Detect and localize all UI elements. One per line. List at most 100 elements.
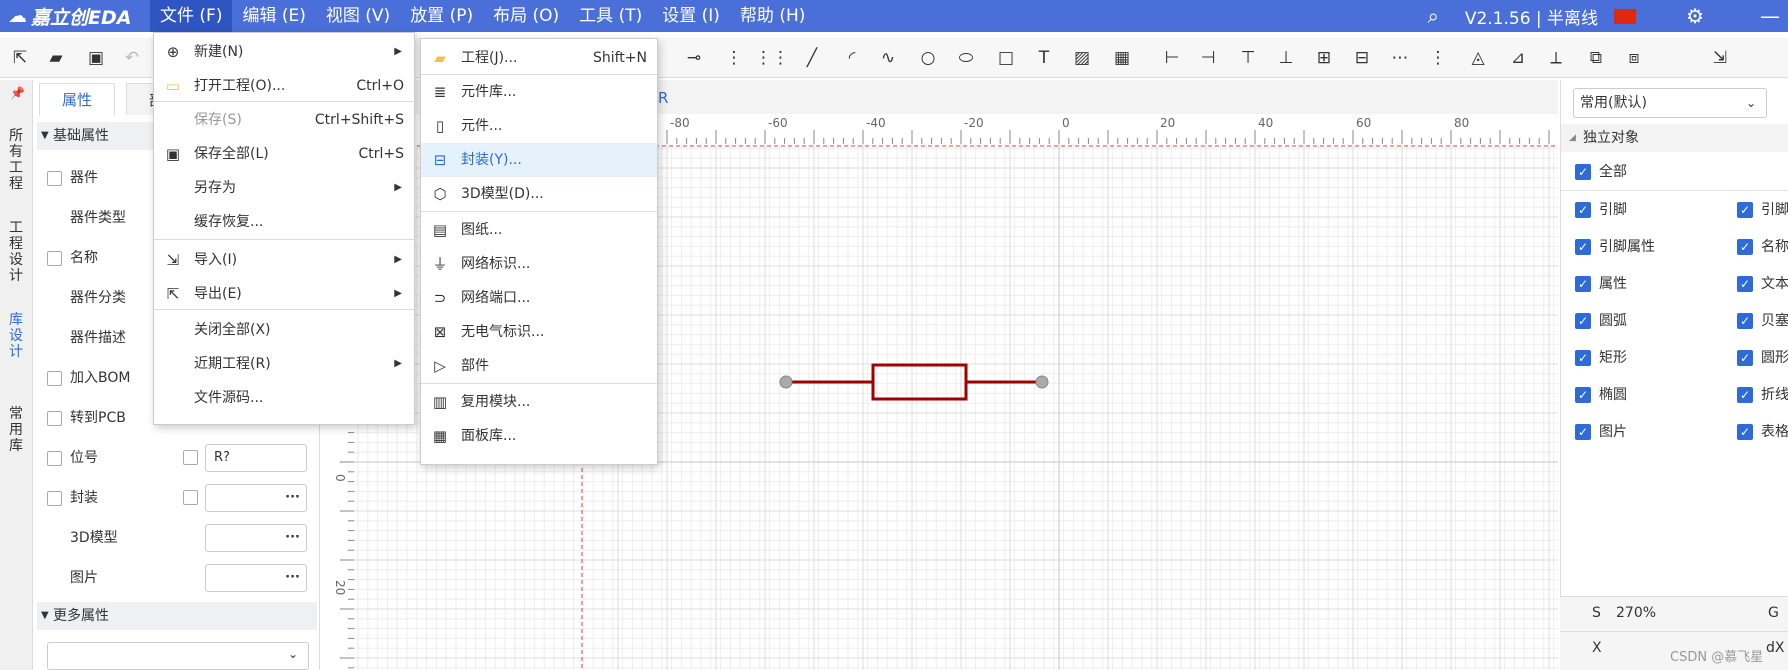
filter-left-2[interactable]: ✓ 属性 bbox=[1575, 274, 1627, 294]
file-menu-item-0[interactable]: ⊕ 新建(N) ▶ bbox=[154, 35, 414, 69]
rect-icon[interactable]: □ bbox=[994, 46, 1018, 70]
menu-7[interactable]: 帮助 (H) bbox=[730, 0, 815, 32]
menu-1[interactable]: 编辑 (E) bbox=[232, 0, 315, 32]
file-menu-item-3[interactable]: ▣ 保存全部(L) Ctrl+S bbox=[154, 137, 414, 171]
language-flag-icon[interactable] bbox=[1614, 8, 1637, 24]
new-submenu-item-2[interactable]: ▯ 元件... bbox=[421, 109, 657, 143]
pin-end-right[interactable] bbox=[1035, 375, 1049, 389]
file-menu-item-8[interactable]: 关闭全部(X) bbox=[154, 313, 414, 347]
gear-icon[interactable]: ⚙ bbox=[1686, 4, 1704, 28]
circle-icon[interactable]: ○ bbox=[916, 46, 940, 70]
ungroup-icon[interactable]: ⧈ bbox=[1622, 46, 1646, 70]
snap-icon[interactable]: ⇲ bbox=[1708, 46, 1732, 70]
tab-properties[interactable]: 属性 bbox=[39, 83, 116, 115]
align-right-icon[interactable]: ⊣ bbox=[1196, 46, 1220, 70]
more-properties-select[interactable]: ⌄ bbox=[47, 642, 309, 670]
search-icon[interactable]: ⌕ bbox=[1428, 4, 1439, 28]
new-submenu-item-0[interactable]: ▰ 工程(J)... Shift+N bbox=[421, 41, 657, 75]
align-center-icon[interactable]: ⊞ bbox=[1312, 46, 1336, 70]
pin-end-left[interactable] bbox=[779, 375, 793, 389]
file-menu-item-9[interactable]: 近期工程(R) ▶ bbox=[154, 347, 414, 381]
new-submenu-item-5[interactable]: ▤ 图纸... bbox=[421, 213, 657, 247]
vtab-2[interactable]: 库设计 bbox=[4, 312, 28, 360]
wire-pin-icon[interactable]: ⊸ bbox=[682, 46, 706, 70]
image-input[interactable]: ··· bbox=[205, 564, 307, 592]
file-menu-item-7[interactable]: ⇱ 导出(E) ▶ bbox=[154, 277, 414, 311]
property-checkbox[interactable] bbox=[47, 250, 62, 266]
show-checkbox[interactable] bbox=[183, 450, 198, 465]
property-checkbox[interactable] bbox=[47, 450, 62, 466]
menu-2[interactable]: 视图 (V) bbox=[316, 0, 400, 32]
filter-right-1[interactable]: ✓ 名称 bbox=[1737, 237, 1788, 257]
3d-model-input[interactable]: ··· bbox=[205, 524, 307, 552]
section-more[interactable]: ▼ 更多属性 bbox=[37, 602, 317, 630]
new-submenu-item-7[interactable]: ⊃ 网络端口... bbox=[421, 281, 657, 315]
file-menu-item-4[interactable]: 另存为 ▶ bbox=[154, 171, 414, 205]
flip-icon[interactable]: ◬ bbox=[1466, 46, 1490, 70]
new-submenu-item-8[interactable]: ⊠ 无电气标识... bbox=[421, 315, 657, 349]
new-submenu-item-1[interactable]: ≣ 元件库... bbox=[421, 75, 657, 109]
filter-right-3[interactable]: ✓ 贝塞 bbox=[1737, 311, 1788, 331]
ellipse-icon[interactable]: ⬭ bbox=[954, 46, 978, 70]
vtab-0[interactable]: 所有工程 bbox=[4, 128, 28, 192]
designator-input[interactable]: R? bbox=[205, 444, 307, 472]
new-submenu-item-6[interactable]: ⏚ 网络标识... bbox=[421, 247, 657, 281]
align-left-icon[interactable]: ⊢ bbox=[1160, 46, 1184, 70]
filter-left-4[interactable]: ✓ 矩形 bbox=[1575, 348, 1627, 368]
more-dots-icon[interactable]: ··· bbox=[285, 525, 300, 551]
distribute-icon[interactable]: ⋯ bbox=[1388, 46, 1412, 70]
select-icon[interactable]: ⇱ bbox=[8, 46, 32, 70]
vtab-3[interactable]: 常用库 bbox=[4, 406, 28, 454]
mirror-icon[interactable]: ⟂ bbox=[1544, 46, 1568, 70]
filter-right-6[interactable]: ✓ 表格 bbox=[1737, 422, 1788, 442]
arc-icon[interactable]: ◜ bbox=[840, 46, 864, 70]
new-submenu-item-11[interactable]: ▦ 面板库... bbox=[421, 419, 657, 453]
distribute2-icon[interactable]: ⋮ bbox=[1426, 46, 1450, 70]
menu-0[interactable]: 文件 (F) bbox=[150, 0, 233, 32]
new-submenu-item-4[interactable]: ⬡ 3D模型(D)... bbox=[421, 177, 657, 211]
folder-icon[interactable]: ▰ bbox=[44, 46, 68, 70]
more-dots-icon[interactable]: ··· bbox=[285, 485, 300, 511]
canvas-tab-label[interactable]: R bbox=[658, 89, 668, 107]
filter-right-2[interactable]: ✓ 文本 bbox=[1737, 274, 1788, 294]
group-icon[interactable]: ⧉ bbox=[1584, 46, 1608, 70]
menu-3[interactable]: 放置 (P) bbox=[400, 0, 483, 32]
file-menu-item-1[interactable]: ▭ 打开工程(O)... Ctrl+O bbox=[154, 69, 414, 103]
minimize-icon[interactable]: — bbox=[1760, 4, 1780, 28]
file-menu-item-2[interactable]: 保存(S) Ctrl+Shift+S bbox=[154, 103, 414, 137]
property-checkbox[interactable] bbox=[47, 490, 62, 506]
menu-5[interactable]: 工具 (T) bbox=[569, 0, 652, 32]
filter-left-3[interactable]: ✓ 圆弧 bbox=[1575, 311, 1627, 331]
filter-left-1[interactable]: ✓ 引脚属性 bbox=[1575, 237, 1655, 257]
file-menu-item-5[interactable]: 缓存恢复... bbox=[154, 205, 414, 239]
show-checkbox[interactable] bbox=[183, 490, 198, 505]
footprint-input[interactable]: ··· bbox=[205, 484, 307, 512]
table-icon[interactable]: ▦ bbox=[1110, 46, 1134, 70]
filter-right-4[interactable]: ✓ 圆形 bbox=[1737, 348, 1788, 368]
property-checkbox[interactable] bbox=[47, 170, 62, 186]
line-icon[interactable]: ╱ bbox=[800, 46, 824, 70]
image-icon[interactable]: ▨ bbox=[1070, 46, 1094, 70]
save-icon[interactable]: ▣ bbox=[84, 46, 108, 70]
vtab-1[interactable]: 工程设计 bbox=[4, 220, 28, 284]
pin-icon[interactable]: 📌 bbox=[10, 86, 25, 100]
menu-4[interactable]: 布局 (O) bbox=[483, 0, 569, 32]
text-icon[interactable]: T bbox=[1032, 46, 1056, 70]
bus-icon[interactable]: ⋮ bbox=[722, 46, 746, 70]
bezier-icon[interactable]: ∿ bbox=[876, 46, 900, 70]
more-dots-icon[interactable]: ··· bbox=[285, 565, 300, 591]
property-checkbox[interactable] bbox=[47, 410, 62, 426]
filter-left-0[interactable]: ✓ 引脚 bbox=[1575, 200, 1627, 220]
new-submenu-item-10[interactable]: ▥ 复用模块... bbox=[421, 385, 657, 419]
checkbox-all[interactable]: ✓ 全部 bbox=[1575, 162, 1627, 182]
filter-left-6[interactable]: ✓ 图片 bbox=[1575, 422, 1627, 442]
align-top-icon[interactable]: ⊤ bbox=[1236, 46, 1260, 70]
filter-right-5[interactable]: ✓ 折线 bbox=[1737, 385, 1788, 405]
undo-icon[interactable]: ↶ bbox=[120, 46, 144, 70]
new-submenu-item-9[interactable]: ▷ 部件 bbox=[421, 349, 657, 383]
align-middle-icon[interactable]: ⊟ bbox=[1350, 46, 1374, 70]
file-menu-item-10[interactable]: 文件源码... bbox=[154, 381, 414, 415]
filter-left-5[interactable]: ✓ 椭圆 bbox=[1575, 385, 1627, 405]
file-menu-item-6[interactable]: ⇲ 导入(I) ▶ bbox=[154, 243, 414, 277]
filter-right-0[interactable]: ✓ 引脚 bbox=[1737, 200, 1788, 220]
